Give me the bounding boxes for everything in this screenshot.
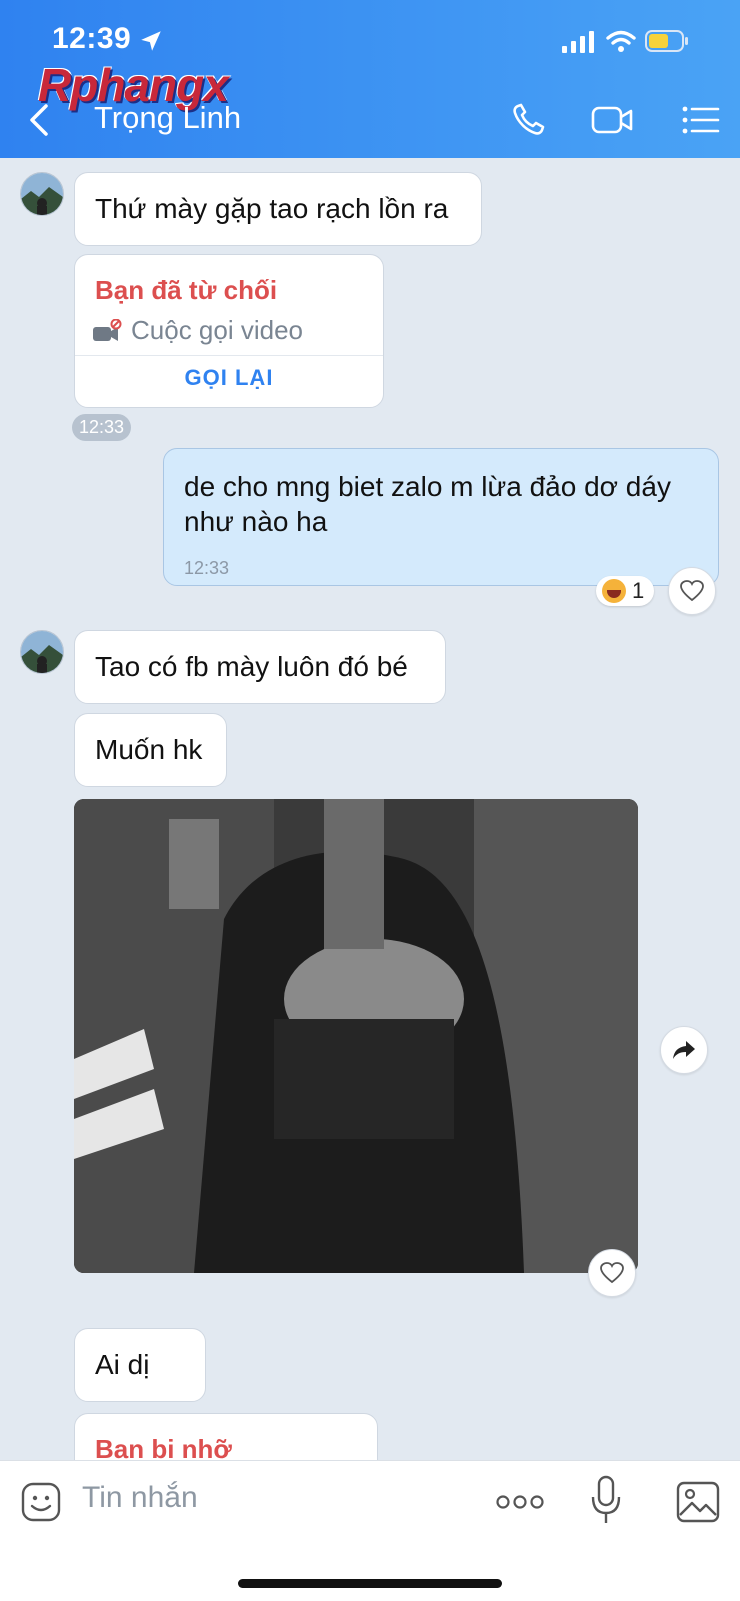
signal-icon	[562, 31, 594, 53]
reaction-summary[interactable]: 1	[596, 576, 655, 606]
share-button[interactable]	[660, 1026, 708, 1074]
laughing-emoji-icon	[602, 579, 626, 603]
call-card[interactable]: Bạn bị nhỡ	[74, 1413, 378, 1460]
home-indicator	[238, 1579, 502, 1588]
phone-icon[interactable]	[508, 100, 552, 140]
outgoing-message-text: de cho mng biet zalo m lừa đảo dơ dáy nh…	[184, 471, 671, 537]
status-time: 12:39	[52, 22, 132, 55]
message-list[interactable]: Thứ mày gặp tao rạch lồn ra Bạn đã từ ch…	[0, 158, 740, 1460]
react-heart-button[interactable]	[668, 567, 716, 615]
divider	[75, 355, 383, 356]
more-dots-icon[interactable]	[496, 1495, 544, 1509]
missed-video-call-icon	[93, 319, 122, 341]
contact-avatar[interactable]	[20, 630, 64, 674]
microphone-icon[interactable]	[590, 1475, 622, 1527]
call-status: Bạn đã từ chối	[95, 275, 278, 305]
heart-icon	[680, 580, 704, 602]
list-menu-icon[interactable]	[680, 100, 724, 140]
call-type: Cuộc gọi video	[131, 315, 303, 345]
call-status: Bạn bị nhỡ	[95, 1434, 232, 1460]
react-heart-button[interactable]	[588, 1249, 636, 1297]
wifi-icon	[606, 30, 636, 52]
location-arrow-icon	[141, 31, 161, 51]
sticker-icon[interactable]	[20, 1481, 62, 1523]
photo-image	[74, 799, 638, 1273]
reaction-count: 1	[632, 578, 645, 603]
outgoing-message[interactable]: de cho mng biet zalo m lừa đảo dơ dáy nh…	[163, 448, 719, 586]
contact-avatar[interactable]	[20, 172, 64, 216]
call-card[interactable]: Bạn đã từ chối Cuộc gọi video GỌI LẠI	[74, 254, 384, 408]
contact-name[interactable]: Trọng Linh	[94, 100, 241, 136]
image-icon[interactable]	[676, 1481, 720, 1523]
message-input-bar: Tin nhắn	[0, 1460, 740, 1601]
message-timestamp: 12:33	[72, 414, 132, 441]
incoming-message[interactable]: Tao có fb mày luôn đó bé	[74, 630, 446, 704]
chat-header: 12:39 Rphangx Trọng Linh	[0, 0, 740, 158]
back-chevron-icon[interactable]	[22, 100, 54, 140]
heart-icon	[600, 1262, 624, 1284]
battery-icon	[645, 30, 688, 52]
incoming-message[interactable]: Ai dị	[74, 1328, 206, 1402]
call-back-button[interactable]: GỌI LẠI	[75, 365, 383, 391]
incoming-message[interactable]: Muốn hk	[74, 713, 227, 787]
incoming-message[interactable]: Thứ mày gặp tao rạch lồn ra	[74, 172, 482, 246]
message-input[interactable]: Tin nhắn	[82, 1481, 198, 1515]
video-camera-icon[interactable]	[590, 100, 634, 140]
photo-message[interactable]	[74, 799, 638, 1273]
forward-arrow-icon	[673, 1041, 695, 1059]
